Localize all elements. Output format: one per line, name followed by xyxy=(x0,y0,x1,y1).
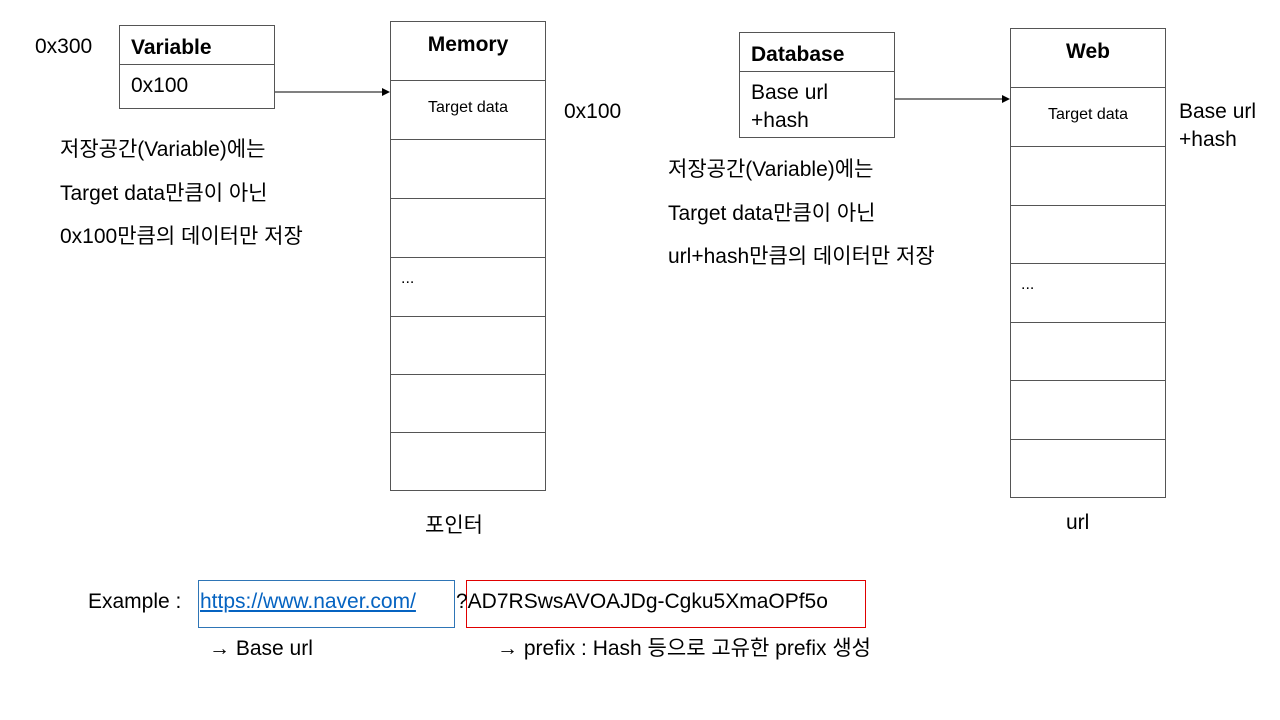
example-hash-query: ?AD7RSwsAVOAJDg-Cgku5XmaOPf5o xyxy=(456,590,828,613)
arrow-right-icon: → xyxy=(497,637,518,660)
example-label: Example : xyxy=(88,590,182,613)
example-url-link[interactable]: https://www.naver.com/ xyxy=(200,591,416,612)
base-url-note-text: Base url xyxy=(235,637,313,660)
prefix-note: → prefix : Hash 등으로 고유한 prefix 생성 xyxy=(497,638,871,659)
base-url-note: → Base url xyxy=(209,638,313,659)
arrow-right-icon: → xyxy=(209,637,230,660)
prefix-note-text: prefix : Hash 등으로 고유한 prefix 생성 xyxy=(523,637,871,660)
